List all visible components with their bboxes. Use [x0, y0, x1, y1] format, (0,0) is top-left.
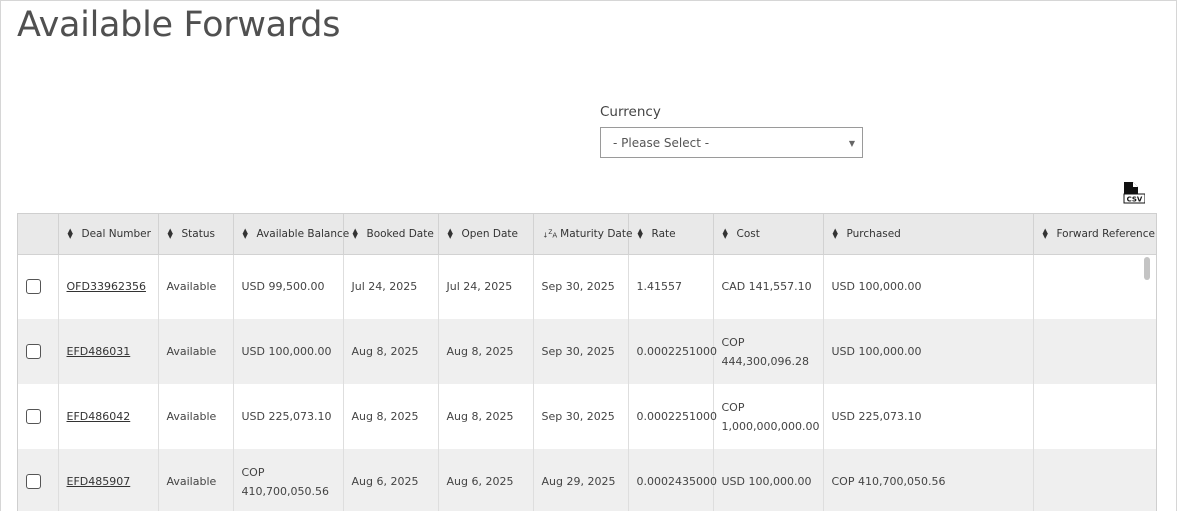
row-checkbox[interactable]	[26, 344, 41, 359]
table-row: EFD486031 Available USD 100,000.00 Aug 8…	[18, 319, 1156, 384]
cost-cell: COP 1,000,000,000.00	[713, 384, 824, 449]
row-select-cell	[18, 384, 59, 449]
open-date-cell: Aug 6, 2025	[438, 449, 534, 511]
column-header-deal-number[interactable]: ▲ ▼ Deal Number	[58, 214, 159, 255]
sort-icon: ▲ ▼	[637, 226, 643, 240]
status-cell: Available	[158, 319, 234, 384]
cost-cell: USD 100,000.00	[713, 449, 824, 511]
sort-descending-icon: ↓ZA	[542, 229, 558, 239]
sort-icon: ▲ ▼	[352, 226, 358, 240]
purchased-cell: COP 410,700,050.56	[823, 449, 1034, 511]
column-header-booked-date[interactable]: ▲ ▼ Booked Date	[343, 214, 439, 255]
select-column-header	[18, 214, 59, 255]
rate-cell: 0.0002435000	[628, 449, 717, 511]
forwards-table: ▲ ▼ Deal Number ▲ ▼ Status ▲ ▼ Available Balan…	[18, 214, 1156, 511]
column-header-rate[interactable]: ▲ ▼ Rate	[628, 214, 714, 255]
sort-icon: ▲ ▼	[832, 226, 838, 240]
row-checkbox[interactable]	[26, 279, 41, 295]
open-date-cell: Jul 24, 2025	[438, 254, 534, 319]
row-select-cell	[18, 319, 59, 384]
sort-icon: ▲ ▼	[167, 226, 173, 240]
page-frame: Available Forwards Currency - Please Sel…	[0, 0, 1177, 511]
sort-icon: ▲ ▼	[447, 226, 453, 240]
forwards-grid: ▲ ▼ Deal Number ▲ ▼ Status ▲ ▼ Available Balan…	[17, 213, 1157, 511]
table-scrollbar[interactable]	[1144, 257, 1150, 280]
available-balance-cell: COP 410,700,050.56	[233, 449, 344, 511]
purchased-cell: USD 100,000.00	[823, 319, 1034, 384]
table-row: EFD486042 Available USD 225,073.10 Aug 8…	[18, 384, 1156, 449]
maturity-date-cell: Sep 30, 2025	[533, 384, 629, 449]
currency-label: Currency	[600, 104, 661, 120]
forward-reference-cell	[1033, 449, 1156, 511]
deal-number-link[interactable]: EFD486042	[67, 410, 131, 423]
booked-date-cell: Aug 8, 2025	[343, 384, 439, 449]
table-row: OFD33962356 Available USD 99,500.00 Jul …	[18, 254, 1156, 319]
row-checkbox[interactable]	[26, 474, 41, 489]
deal-number-link[interactable]: OFD33962356	[67, 280, 146, 293]
rate-cell: 0.0002251000	[628, 384, 717, 449]
purchased-cell: USD 100,000.00	[823, 254, 1034, 319]
maturity-date-cell: Sep 30, 2025	[533, 319, 629, 384]
csv-export-button[interactable]: CSV	[1123, 182, 1146, 206]
cost-cell: CAD 141,557.10	[713, 254, 824, 319]
csv-label: CSV	[1127, 196, 1143, 204]
page-title: Available Forwards	[17, 5, 341, 45]
rate-cell: 1.41557	[628, 254, 714, 319]
forward-reference-cell	[1033, 254, 1156, 319]
column-header-forward-reference[interactable]: ▲ ▼ Forward Reference	[1033, 214, 1156, 255]
column-header-open-date[interactable]: ▲ ▼ Open Date	[438, 214, 534, 255]
open-date-cell: Aug 8, 2025	[438, 384, 534, 449]
deal-number-link[interactable]: EFD486031	[67, 345, 131, 358]
purchased-cell: USD 225,073.10	[823, 384, 1034, 449]
rate-cell: 0.0002251000	[628, 319, 717, 384]
forward-reference-cell	[1033, 384, 1156, 449]
row-checkbox[interactable]	[26, 409, 41, 424]
column-header-status[interactable]: ▲ ▼ Status	[158, 214, 234, 255]
sort-icon: ▲ ▼	[67, 226, 73, 240]
status-cell: Available	[158, 254, 234, 319]
status-cell: Available	[158, 384, 234, 449]
currency-select-value: - Please Select -	[613, 136, 710, 150]
column-header-cost[interactable]: ▲ ▼ Cost	[713, 214, 824, 255]
chevron-down-icon: ▼	[848, 139, 855, 148]
booked-date-cell: Aug 8, 2025	[343, 319, 439, 384]
sort-icon: ▲ ▼	[722, 226, 728, 240]
available-balance-cell: USD 100,000.00	[233, 319, 344, 384]
sort-icon: ▲ ▼	[242, 226, 248, 240]
csv-file-icon: CSV	[1123, 182, 1146, 204]
available-balance-cell: USD 99,500.00	[233, 254, 344, 319]
forward-reference-cell	[1033, 319, 1156, 384]
row-select-cell	[18, 449, 59, 511]
booked-date-cell: Jul 24, 2025	[343, 254, 439, 319]
available-balance-cell: USD 225,073.10	[233, 384, 344, 449]
currency-select[interactable]: - Please Select - ▼	[600, 127, 863, 158]
sort-icon: ▲ ▼	[1042, 226, 1048, 240]
row-select-cell	[18, 254, 59, 319]
column-header-purchased[interactable]: ▲ ▼ Purchased	[823, 214, 1034, 255]
status-cell: Available	[158, 449, 234, 511]
table-row: EFD485907 Available COP 410,700,050.56 A…	[18, 449, 1156, 511]
open-date-cell: Aug 8, 2025	[438, 319, 534, 384]
column-header-available-balance[interactable]: ▲ ▼ Available Balance	[233, 214, 349, 255]
deal-number-link[interactable]: EFD485907	[67, 475, 131, 488]
column-header-maturity-date[interactable]: ↓ZA Maturity Date	[533, 214, 632, 255]
cost-cell: COP 444,300,096.28	[713, 319, 824, 384]
booked-date-cell: Aug 6, 2025	[343, 449, 439, 511]
table-header-row: ▲ ▼ Deal Number ▲ ▼ Status ▲ ▼ Available Balan…	[18, 214, 1156, 255]
maturity-date-cell: Sep 30, 2025	[533, 254, 629, 319]
maturity-date-cell: Aug 29, 2025	[533, 449, 629, 511]
